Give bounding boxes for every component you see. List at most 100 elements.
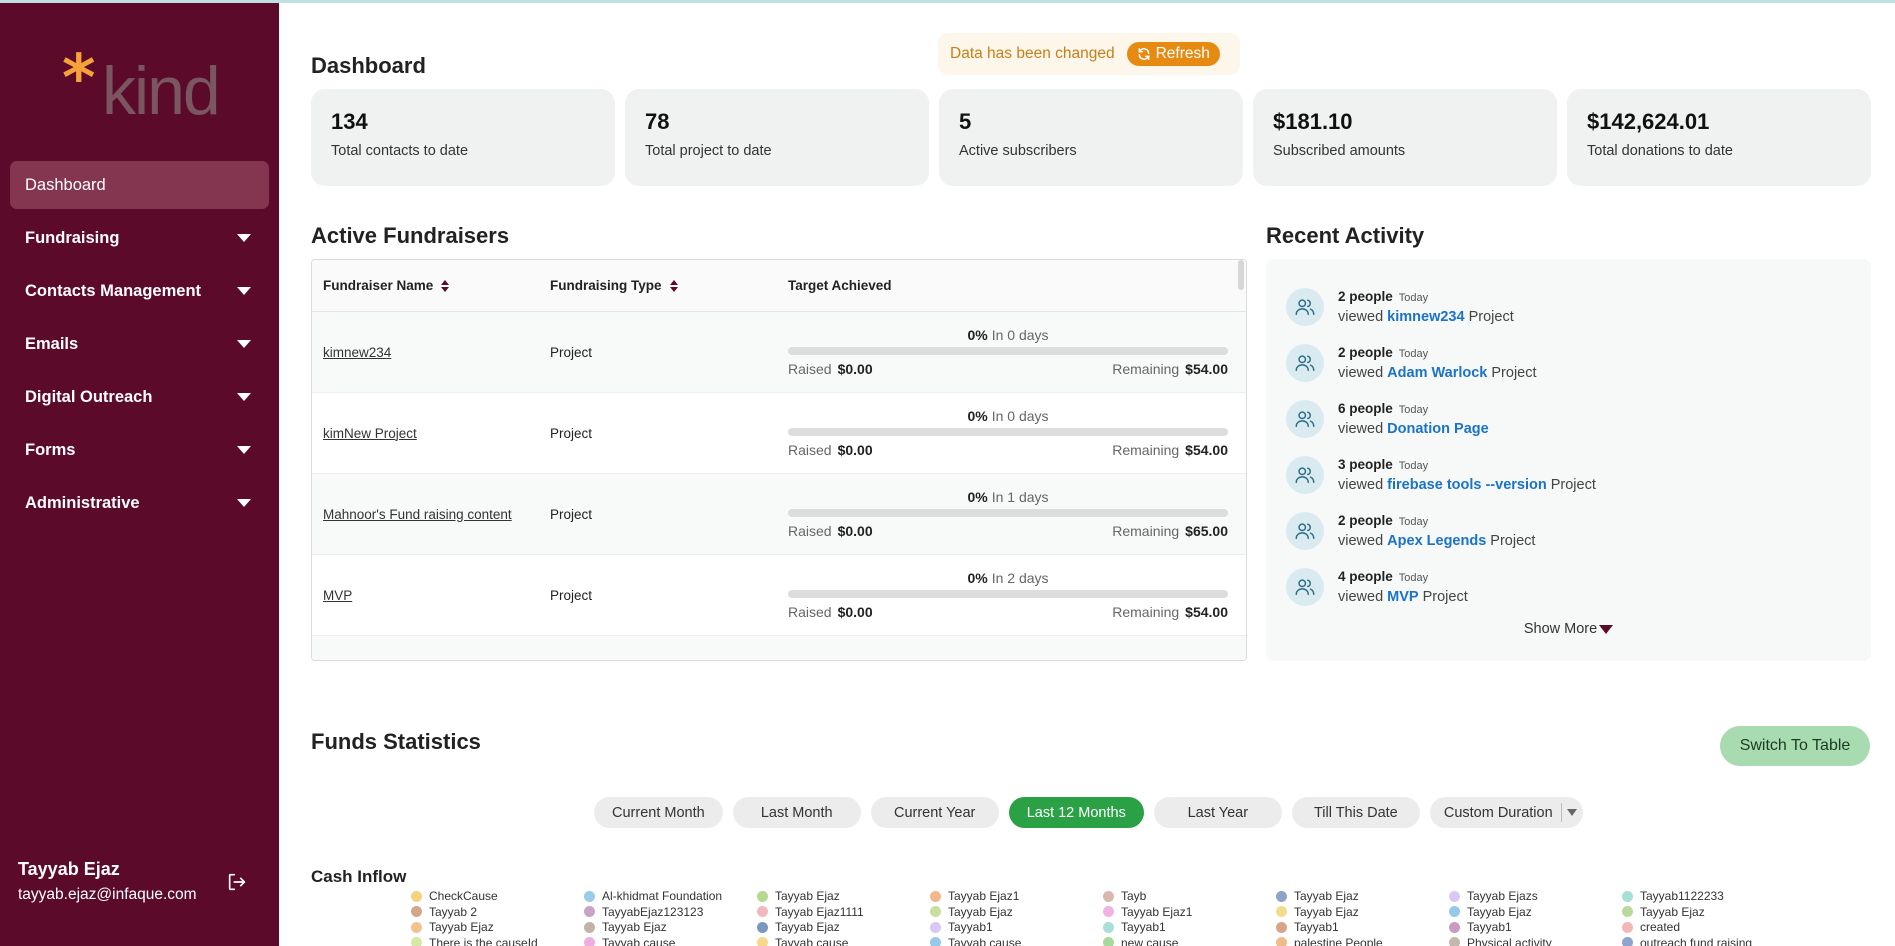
filter-last-month[interactable]: Last Month bbox=[732, 797, 861, 828]
legend-item[interactable]: Tayyab 2 bbox=[411, 905, 584, 920]
filter-custom-duration[interactable]: Custom Duration bbox=[1429, 797, 1583, 828]
filter-label: Current Year bbox=[893, 804, 976, 821]
legend-item[interactable]: Tayyab Ejaz bbox=[1276, 905, 1449, 920]
stat-label: Subscribed amounts bbox=[1273, 143, 1406, 159]
activity-detail: viewed firebase tools --version Project bbox=[1338, 477, 1596, 493]
progress-days: In 2 days bbox=[991, 570, 1049, 586]
column-header-target: Target Achieved bbox=[788, 278, 1246, 293]
legend-item[interactable]: outreach fund raising bbox=[1622, 936, 1795, 946]
legend-item[interactable]: Tayyab Ejaz1 bbox=[1103, 905, 1276, 920]
legend-item[interactable]: Tayyab Ejaz1 bbox=[930, 889, 1103, 904]
legend-item[interactable]: Tayyab cause bbox=[584, 936, 757, 946]
sidebar-item-forms[interactable]: Forms bbox=[10, 426, 269, 474]
logout-icon[interactable] bbox=[226, 871, 248, 893]
filter-current-year[interactable]: Current Year bbox=[870, 797, 999, 828]
legend-item[interactable]: TayyabEjaz123123 bbox=[584, 905, 757, 920]
legend-swatch bbox=[1103, 921, 1114, 933]
progress-amounts: Raised $0.00 Remaining $54.00 bbox=[788, 361, 1228, 377]
fundraiser-link[interactable]: kimnew234 bbox=[323, 345, 391, 360]
legend-item[interactable]: Tayyab Ejaz bbox=[757, 920, 930, 935]
logo-wordmark: kind bbox=[102, 53, 221, 129]
people-icon bbox=[1286, 512, 1324, 550]
legend-label: There is the causeId bbox=[429, 935, 538, 946]
funds-statistics-title: Funds Statistics bbox=[311, 729, 481, 754]
sidebar-item-administrative[interactable]: Administrative bbox=[10, 479, 269, 527]
activity-target-link[interactable]: Apex Legends bbox=[1387, 533, 1486, 549]
show-more-button[interactable]: Show More bbox=[1286, 621, 1851, 637]
filter-current-month[interactable]: Current Month bbox=[594, 797, 723, 828]
activity-target-link[interactable]: firebase tools --version bbox=[1387, 477, 1547, 493]
column-header-name[interactable]: Fundraiser Name bbox=[312, 278, 550, 293]
kind-logo[interactable]: * kind bbox=[62, 47, 222, 127]
activity-who: 2 people Today bbox=[1338, 345, 1429, 360]
legend-item[interactable]: Tayyab cause bbox=[930, 936, 1103, 946]
refresh-button[interactable]: Refresh bbox=[1126, 42, 1220, 66]
activity-target-link[interactable]: Donation Page bbox=[1387, 421, 1489, 437]
legend-item[interactable]: Tayyab1 bbox=[930, 920, 1103, 935]
legend-item[interactable]: Tayyab cause bbox=[757, 936, 930, 946]
sort-icon[interactable] bbox=[669, 279, 678, 292]
sidebar-item-emails[interactable]: Emails bbox=[10, 320, 269, 368]
legend-item[interactable]: There is the causeId bbox=[411, 936, 584, 946]
legend-swatch bbox=[930, 921, 941, 933]
sort-icon[interactable] bbox=[441, 279, 450, 292]
activity-detail: viewed kimnew234 Project bbox=[1338, 309, 1514, 325]
filter-last-12-months[interactable]: Last 12 Months bbox=[1008, 797, 1144, 828]
sidebar-item-fundraising[interactable]: Fundraising bbox=[10, 214, 269, 262]
legend-item[interactable]: Tayyab Ejazs bbox=[1449, 889, 1622, 904]
table-scrollbar[interactable] bbox=[1238, 260, 1244, 290]
filter-till-this-date[interactable]: Till This Date bbox=[1291, 797, 1420, 828]
legend-item[interactable]: Tayyab Ejaz bbox=[411, 920, 584, 935]
legend-item[interactable]: Tayyab1 bbox=[1103, 920, 1276, 935]
activity-detail: viewed Apex Legends Project bbox=[1338, 533, 1536, 549]
legend-item[interactable]: new cause bbox=[1103, 936, 1276, 946]
filter-label: Custom Duration bbox=[1443, 804, 1553, 821]
fundraiser-link[interactable]: Mahnoor's Fund raising content bbox=[323, 507, 512, 522]
legend-item[interactable]: Tayyab Ejaz1111 bbox=[757, 905, 930, 920]
legend-item[interactable]: Tayyab1 bbox=[1276, 920, 1449, 935]
activity-target-link[interactable]: Adam Warlock bbox=[1387, 365, 1487, 381]
activity-text: 6 people Today viewed Donation Page bbox=[1338, 401, 1489, 437]
fundraisers-table: Fundraiser Name Fundraising Type Target … bbox=[311, 259, 1247, 661]
legend-item[interactable]: Tayyab Ejaz bbox=[584, 920, 757, 935]
legend-item[interactable]: created bbox=[1622, 920, 1795, 935]
legend-label: outreach fund raising bbox=[1640, 935, 1753, 946]
legend-item[interactable]: Tayyab Ejaz bbox=[1276, 889, 1449, 904]
filter-last-year[interactable]: Last Year bbox=[1153, 797, 1282, 828]
fundraiser-type-cell: Project bbox=[550, 425, 593, 441]
legend-item[interactable]: Tayb bbox=[1103, 889, 1276, 904]
switch-to-table-button[interactable]: Switch To Table bbox=[1720, 726, 1870, 766]
legend-item[interactable]: palestine People bbox=[1276, 936, 1449, 946]
dropdown-arrow-icon[interactable] bbox=[1560, 803, 1583, 822]
legend-item[interactable]: Physical activity bbox=[1449, 936, 1622, 946]
sidebar-item-contacts-management[interactable]: Contacts Management bbox=[10, 267, 269, 315]
activity-target-link[interactable]: MVP bbox=[1387, 589, 1418, 605]
sidebar-item-digital-outreach[interactable]: Digital Outreach bbox=[10, 373, 269, 421]
raised-amount: Raised $0.00 bbox=[788, 523, 873, 539]
fundraiser-link[interactable]: kimNew Project bbox=[323, 426, 417, 441]
legend-label: Tayyab Ejaz bbox=[1294, 889, 1359, 904]
refresh-icon bbox=[1138, 47, 1150, 61]
legend-item[interactable]: Tayyab1122233 bbox=[1622, 889, 1795, 904]
legend-item[interactable]: Tayyab Ejaz bbox=[1449, 905, 1622, 920]
activity-target-link[interactable]: kimnew234 bbox=[1387, 309, 1464, 325]
fundraiser-name-cell: MVP bbox=[312, 588, 550, 603]
activity-item: 6 people Today viewed Donation Page bbox=[1286, 391, 1851, 447]
legend-item[interactable]: Tayyab Ejaz bbox=[930, 905, 1103, 920]
legend-item[interactable]: Al-khidmat Foundation bbox=[584, 889, 757, 904]
column-header-type[interactable]: Fundraising Type bbox=[550, 278, 788, 293]
legend-item[interactable]: CheckCause bbox=[411, 889, 584, 904]
sidebar-item-label: Forms bbox=[25, 440, 76, 459]
legend-swatch bbox=[757, 906, 768, 918]
activity-item: 2 people Today viewed Adam Warlock Project bbox=[1286, 335, 1851, 391]
legend-item[interactable]: Tayyab Ejaz bbox=[1622, 905, 1795, 920]
cash-inflow-legend: CheckCause Al-khidmat Foundation Tayyab Ej… bbox=[411, 889, 1795, 946]
user-profile: Tayyab Ejaz tayyab.ejaz@infaque.com bbox=[18, 859, 268, 904]
legend-item[interactable]: Tayyab1 bbox=[1449, 920, 1622, 935]
sidebar-item-dashboard[interactable]: Dashboard bbox=[10, 161, 269, 209]
stat-value: 5 bbox=[959, 109, 972, 134]
stat-value: 134 bbox=[331, 109, 368, 134]
fundraiser-link[interactable]: MVP bbox=[323, 588, 352, 603]
raised-amount: Raised $0.00 bbox=[788, 442, 873, 458]
legend-item[interactable]: Tayyab Ejaz bbox=[757, 889, 930, 904]
